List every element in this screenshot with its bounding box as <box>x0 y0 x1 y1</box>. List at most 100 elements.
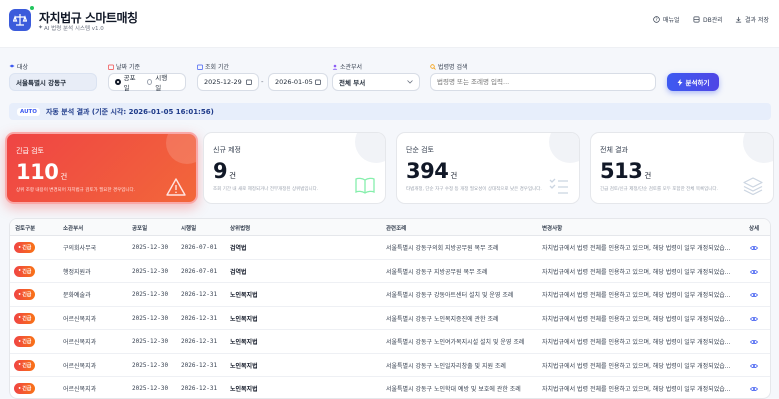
pub-date-cell: 2025-12-30 <box>132 314 169 322</box>
urgent-badge: • 긴급 <box>14 265 36 277</box>
card-unit: 건 <box>644 171 651 180</box>
card-count: 513 건 <box>600 159 651 183</box>
changes-cell: 자치법규에서 법령 전체를 인용하고 있으며, 해당 법령이 일부 개정되었습.… <box>542 292 731 299</box>
card-label: 긴급 검토 <box>16 147 44 155</box>
parent-law-cell: 검역법 <box>230 268 247 276</box>
eye-icon[interactable] <box>750 339 758 345</box>
analyze-button[interactable]: 분석하기 <box>667 73 719 91</box>
user-icon <box>332 64 338 70</box>
table-row[interactable]: • 긴급 어르신복지과 2025-12-30 2026-12-31 노인복지법 서울특별시 … <box>10 330 770 354</box>
card-count-value: 513 <box>600 159 643 183</box>
radio-publish-label: 공포일 <box>123 74 136 92</box>
end-date-input[interactable]: 2026-01-05 <box>268 73 328 91</box>
badge-label: 긴급 <box>22 362 32 369</box>
table-row[interactable]: • 긴급 어르신복지과 2025-12-30 2026-12-31 노인복지법 서울특별시 … <box>10 307 770 330</box>
pub-date-cell: 2025-12-30 <box>132 338 169 345</box>
parent-law-cell: 노인복지법 <box>230 315 258 323</box>
changes-cell: 자치법규에서 법령 전체를 인용하고 있으며, 해당 법령이 일부 개정되었습.… <box>542 339 731 346</box>
manual-label: 매뉴얼 <box>663 17 680 24</box>
save-result-label: 결과 저장 <box>745 17 769 24</box>
urgent-badge: • 긴급 <box>14 242 36 253</box>
type-cell: • 긴급 <box>14 307 36 330</box>
eff-date-cell: 2026-12-31 <box>181 385 218 392</box>
parent-law-cell: 노인복지법 <box>230 339 258 346</box>
calendar-icon <box>197 64 203 70</box>
end-date-value: 2026-01-05 <box>275 78 313 86</box>
table-row[interactable]: • 긴급 어르신복지과 2025-12-30 2026-12-31 노인복지법 서울특별시 … <box>10 354 770 377</box>
dept-select[interactable]: 전체 부서 <box>332 73 420 91</box>
eye-icon[interactable] <box>750 363 758 369</box>
app-header: 자치법규 스마트매칭 ✦ AI 법령 분석 시스템 v1.0 ? 매뉴얼 DB관… <box>0 0 779 48</box>
card-description: 조회 기간 내 새로 제정되거나 전부개정된 상위법입니다. <box>213 187 319 192</box>
urgent-badge: • 긴급 <box>14 289 36 300</box>
target-select[interactable]: 서울특별시 강동구 <box>9 73 97 91</box>
card-unit: 건 <box>450 171 457 180</box>
calendar-picker-icon[interactable] <box>315 79 321 85</box>
eye-icon[interactable] <box>750 269 758 275</box>
dept-label-group: 소관부서 <box>332 62 362 71</box>
radio-effective-date[interactable]: 시행일 <box>147 72 170 92</box>
table-row[interactable]: • 긴급 행정지원과 2025-12-30 2026-07-01 검역법 서울특별시 강동구… <box>10 260 770 283</box>
eye-icon[interactable] <box>750 386 758 392</box>
col-header-eff-date: 시행일 <box>181 225 197 232</box>
db-manage-button[interactable]: DB관리 <box>693 15 723 24</box>
eff-date-cell: 2026-12-31 <box>181 314 218 322</box>
law-search-input[interactable] <box>430 73 656 91</box>
changes-cell: 자치법규에서 법령 전체를 인용하고 있으며, 해당 법령이 일부 개정되었습.… <box>542 315 731 323</box>
radio-publish-date[interactable]: 공포일 <box>115 72 138 92</box>
ordinance-cell: 서울특별시 강동구 노인일자리창출 및 지원 조례 <box>386 362 506 370</box>
card-urgent-review[interactable]: 긴급 검토 110 건 상위 조항 내용이 변경되어 자치법규 검토가 필요한 경… <box>5 132 198 204</box>
save-result-button[interactable]: 결과 저장 <box>735 15 769 24</box>
eye-icon[interactable] <box>750 245 758 251</box>
alert-dot-icon: • <box>18 291 22 298</box>
layers-icon <box>743 177 763 195</box>
badge-label: 긴급 <box>22 245 32 251</box>
card-label: 단순 검토 <box>406 146 434 154</box>
search-label-group: 법령명 검색 <box>430 62 468 71</box>
start-date-value: 2025-12-29 <box>204 78 242 86</box>
app-logo <box>9 9 31 31</box>
radio-effective-label: 시행일 <box>155 74 168 92</box>
eff-date-cell: 2026-12-31 <box>181 361 218 369</box>
eff-date-cell: 2026-07-01 <box>181 244 218 251</box>
changes-cell: 자치법규에서 법령 전체를 인용하고 있으며, 해당 법령이 일부 개정되었습.… <box>542 386 731 393</box>
calendar-icon <box>108 64 114 70</box>
parent-law-cell: 노인복지법 <box>230 362 258 370</box>
type-cell: • 긴급 <box>14 377 36 398</box>
start-date-input[interactable]: 2025-12-29 <box>197 73 259 91</box>
date-basis-label-group: 날짜 기준 <box>108 62 140 71</box>
radio-dot <box>147 79 153 85</box>
card-all-results[interactable]: 전체 결과 513 건 긴급 검토/신규 제정/단순 검토를 모두 포함한 전체 … <box>590 132 774 204</box>
search-icon <box>430 63 436 70</box>
changes-cell: 자치법규에서 법령 전체를 인용하고 있으며, 해당 법령이 일부 개정되었습.… <box>542 362 731 370</box>
parent-law-cell: 노인복지법 <box>230 386 258 393</box>
table-row[interactable]: • 긴급 문화예술과 2025-12-30 2026-12-31 노인복지법 서울특별시 강… <box>10 283 770 307</box>
dept-value: 전체 부서 <box>339 79 366 87</box>
type-cell: • 긴급 <box>14 283 36 306</box>
manual-button[interactable]: ? 매뉴얼 <box>653 15 680 24</box>
eye-icon[interactable] <box>750 316 758 322</box>
card-description: 타법개정, 단순 자구 수정 등 개정 필요성이 상대적으로 낮은 경우입니다. <box>406 187 542 192</box>
download-icon <box>735 16 742 23</box>
table-row[interactable]: • 긴급 구의회사무국 2025-12-30 2026-07-01 검역법 서울특별시 강동… <box>10 236 770 260</box>
col-header-type: 검토구분 <box>15 225 36 232</box>
date-range-separator: - <box>261 78 264 86</box>
card-simple-review[interactable]: 단순 검토 394 건 타법개정, 단순 자구 수정 등 개정 필요성이 상대적으… <box>396 132 580 204</box>
results-table: 검토구분 소관부서 공포일 시행일 상위법령 관련조례 변경사항 상세 • 긴급 구… <box>9 218 771 399</box>
urgent-badge: • 긴급 <box>14 359 36 371</box>
alert-dot-icon: • <box>18 385 22 392</box>
search-label: 법령명 검색 <box>438 64 468 71</box>
ordinance-cell: 서울특별시 강동구 노인여가복지시설 설치 및 운영 조례 <box>386 339 525 346</box>
card-new-enactment[interactable]: 신규 제정 9건 조회 기간 내 새로 제정되거나 전부개정된 상위법입니다. <box>203 132 386 204</box>
table-row[interactable]: • 긴급 어르신복지과 2025-12-30 2026-12-31 노인복지법 서울특별시 … <box>10 377 770 398</box>
card-decoration <box>355 133 385 163</box>
date-basis-radio-group: 공포일 시행일 <box>108 72 186 92</box>
eye-icon[interactable] <box>750 292 758 298</box>
calendar-picker-icon[interactable] <box>246 79 252 85</box>
changes-cell: 자치법규에서 법령 전체를 인용하고 있으며, 해당 법령이 일부 개정되었습.… <box>542 245 731 252</box>
scale-icon <box>13 14 27 26</box>
card-decoration <box>166 134 196 164</box>
urgent-badge: • 긴급 <box>14 383 36 394</box>
period-label: 조회 기간 <box>205 64 229 71</box>
card-description: 긴급 검토/신규 제정/단순 검토를 모두 포함한 전체 목록입니다. <box>600 187 718 192</box>
